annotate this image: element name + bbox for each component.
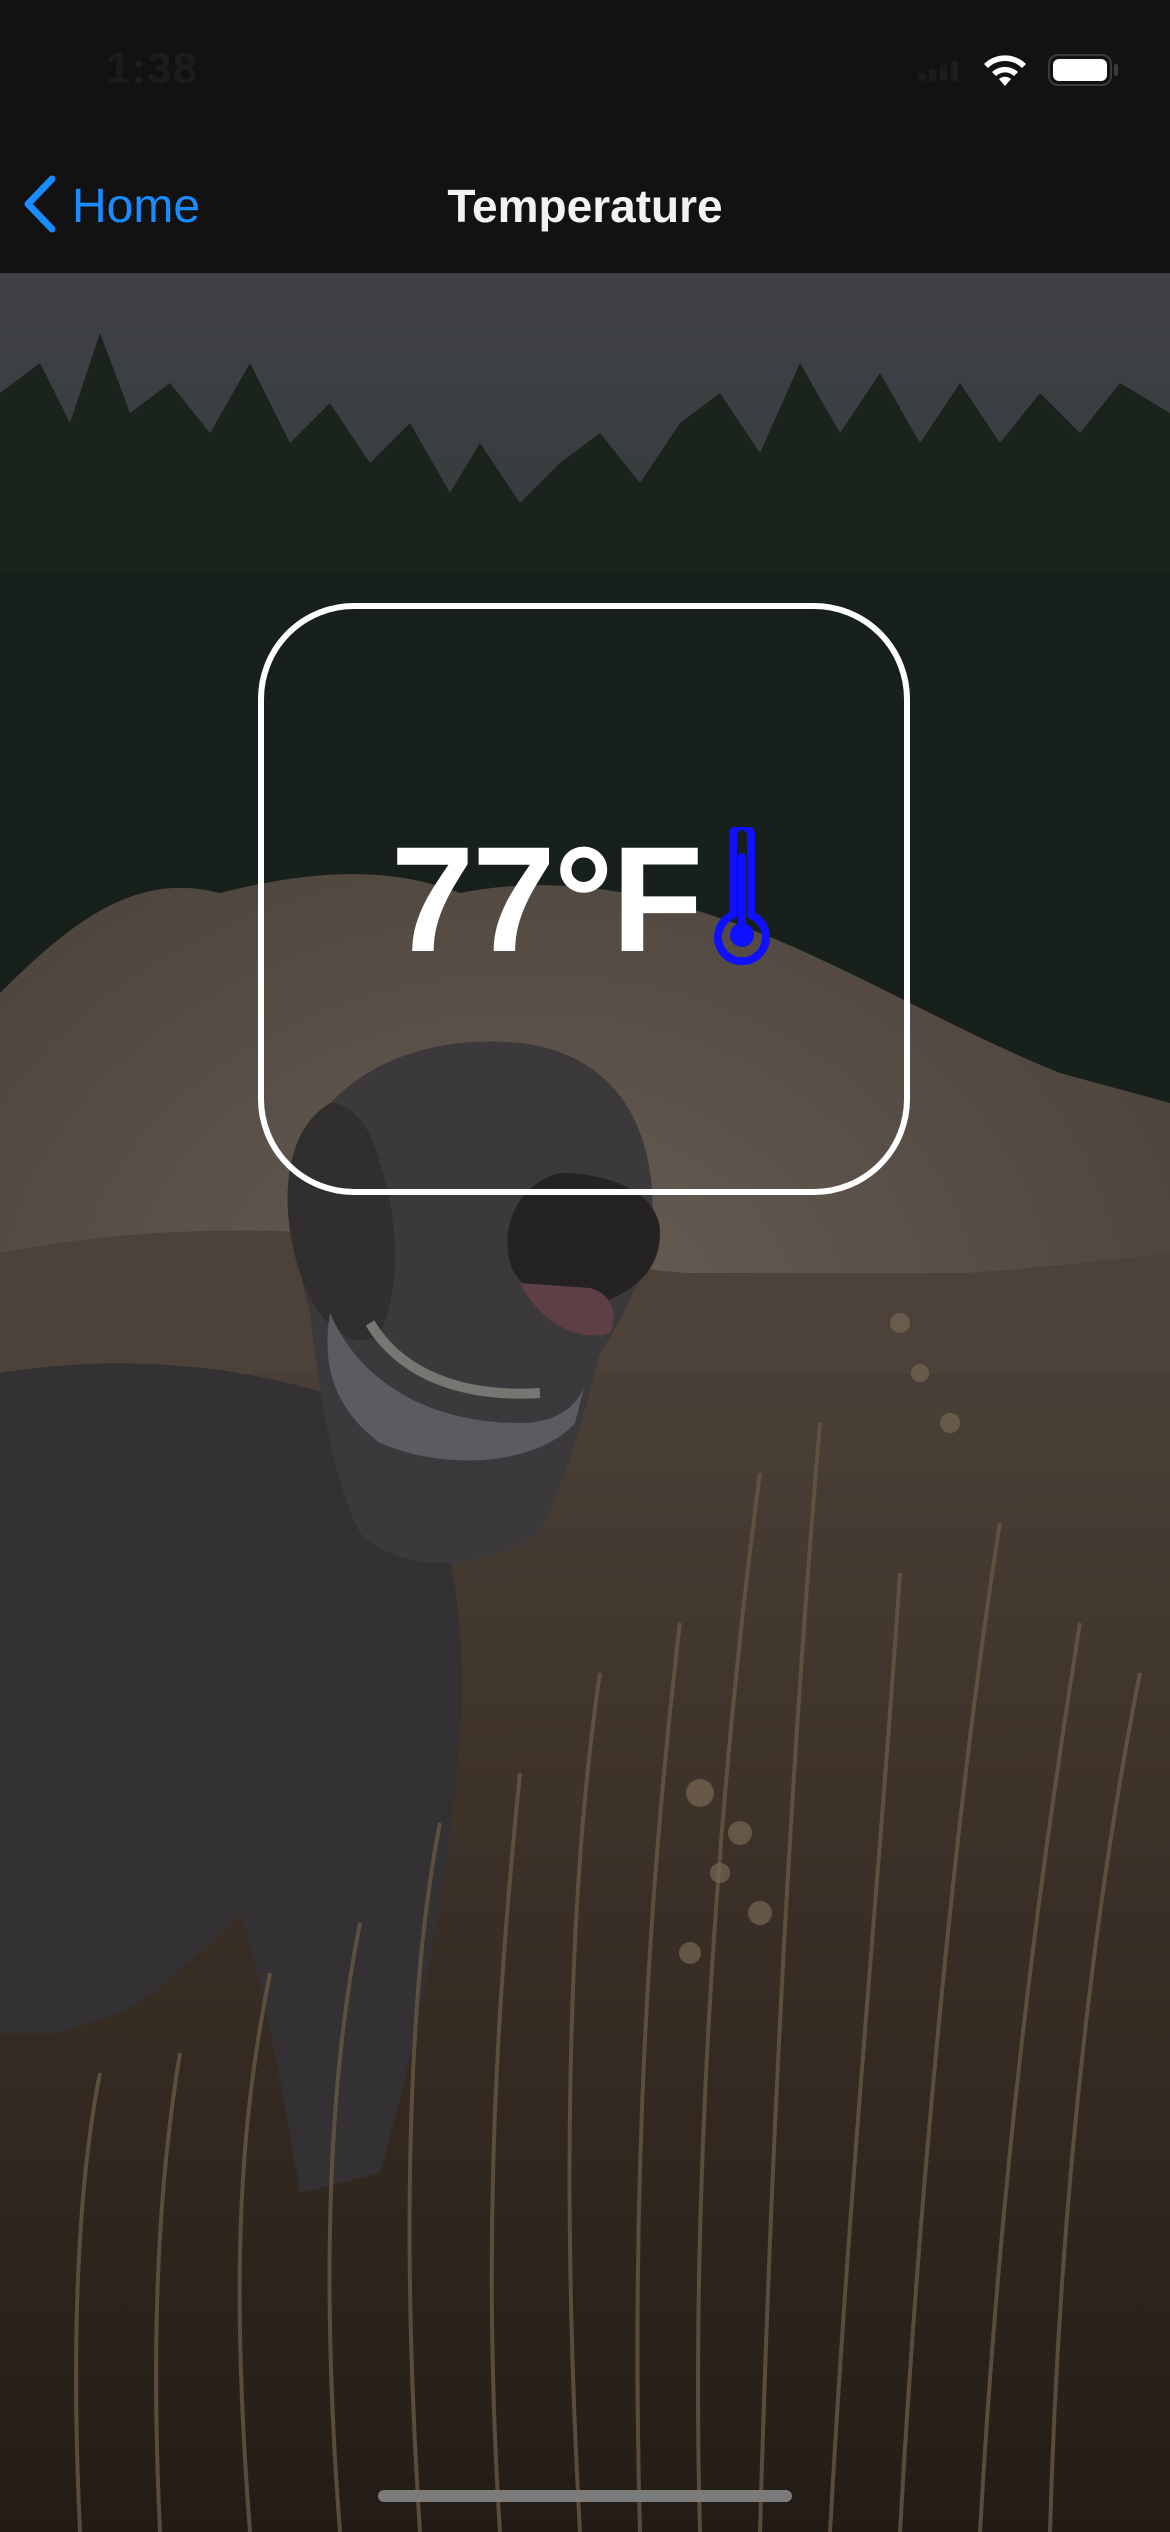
status-icons [918, 52, 1120, 93]
home-indicator[interactable] [378, 2490, 792, 2502]
temperature-value: 77°F [390, 815, 703, 983]
temperature-card: 77°F [258, 603, 910, 1195]
signal-icon [918, 59, 962, 86]
status-bar: 1:38 [0, 0, 1170, 150]
wifi-icon [980, 52, 1030, 93]
page-title: Temperature [447, 180, 723, 232]
navigation-bar: Home Temperature [0, 150, 1170, 273]
battery-icon [1048, 53, 1120, 92]
status-time: 1:38 [106, 44, 199, 93]
temperature-reading: 77°F [390, 815, 777, 983]
thermometer-icon [707, 821, 777, 972]
